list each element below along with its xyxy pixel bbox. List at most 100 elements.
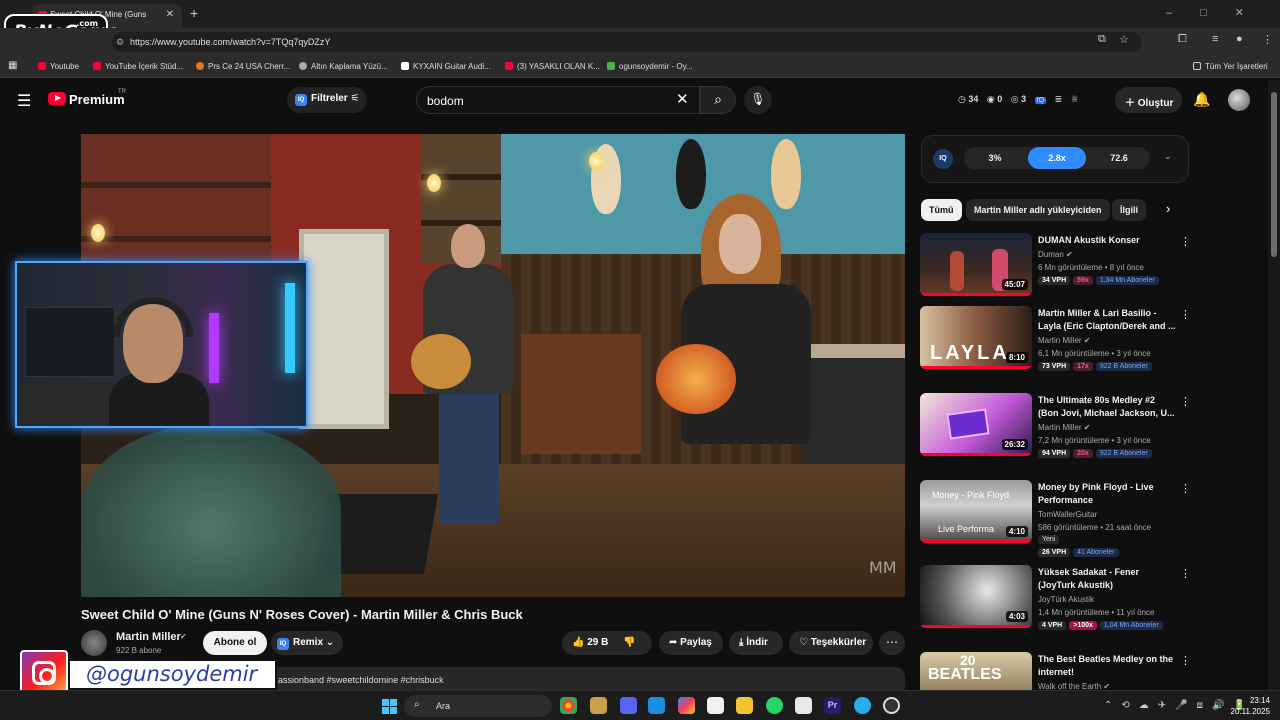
description-hashtags[interactable]: assionband #sweetchildomine #chrisbuck [278, 675, 444, 685]
thanks-button[interactable]: ♡ Teşekkürler [789, 631, 873, 655]
thumbs-up-icon: 👍 [572, 637, 585, 648]
taskbar-search[interactable]: ⌕ Ara [404, 695, 552, 717]
channel-name[interactable]: Martin Miller [116, 631, 181, 643]
video-thumbnail[interactable]: 4:03 [920, 565, 1032, 628]
video-thumbnail[interactable]: 45:07 [920, 233, 1032, 296]
more-options-icon[interactable]: ⋮ [1180, 235, 1191, 248]
bookmark-star-icon[interactable]: ☆ [1119, 33, 1129, 46]
copilot-icon[interactable] [678, 697, 695, 714]
bookmark-altin[interactable]: Altın Kaplama Yüzü... [299, 62, 388, 71]
windows-taskbar: ⌕ Ara Pr ⌃⟲☁✈🎤⧈🔊🔋 23:14 20.11.2025 [0, 690, 1280, 720]
download-icon: ⤓ [739, 637, 744, 648]
bookmark-yasakli[interactable]: (3) YASAKLI OLAN K... [505, 62, 600, 71]
search-button[interactable]: ⌕ [700, 86, 736, 114]
clear-search-icon[interactable]: ✕ [676, 90, 689, 108]
window-controls[interactable]: –□✕ [1166, 6, 1272, 19]
more-actions-icon[interactable]: ⋯ [879, 631, 905, 655]
recommendation-item[interactable]: 45:07 DUMAN Akustik Konser Duman ✔ 6 Mn … [920, 233, 1191, 313]
iq-value-score[interactable]: 72.6 [1090, 147, 1148, 169]
iq-value-multiplier[interactable]: 2.8x [1028, 147, 1086, 169]
apps-grid-icon[interactable]: ▦ [8, 60, 17, 71]
close-tab-icon[interactable]: ✕ [166, 9, 174, 20]
all-bookmarks[interactable]: Tüm Yer İşaretleri [1193, 62, 1268, 71]
more-options-icon[interactable]: ⋮ [1180, 567, 1191, 580]
more-options-icon[interactable]: ⋮ [1180, 395, 1191, 408]
download-button[interactable]: ⤓ İndir [729, 631, 783, 655]
like-button[interactable]: 👍 29 B 👎 [562, 631, 652, 655]
remix-button[interactable]: IQ Remix ⌄ [271, 631, 343, 655]
bookmark-studio[interactable]: YouTube İçerik Stüd... [93, 62, 183, 71]
browser-tab-strip: Sweet Child O' Mine (Guns ✕ + –□✕ [0, 0, 1280, 28]
youtube-logo-icon[interactable] [48, 92, 66, 105]
video-thumbnail[interactable]: 26:32 [920, 393, 1032, 456]
app-grid-icon[interactable] [648, 697, 665, 714]
discord-icon[interactable] [620, 697, 637, 714]
premiere-icon[interactable]: Pr [824, 697, 841, 714]
install-icon[interactable]: ⧉ [1098, 33, 1106, 46]
folder-icon[interactable] [736, 697, 753, 714]
subscribe-button[interactable]: Abone ol [203, 631, 267, 655]
list-icon[interactable]: ≣ [1055, 94, 1063, 104]
bookmark-kyxain[interactable]: KYXAIN Guitar Audi... [401, 62, 491, 71]
file-explorer-icon[interactable] [590, 697, 607, 714]
windows-start-icon[interactable] [382, 699, 397, 714]
new-tab-icon[interactable]: + [190, 5, 198, 21]
bookmark-ogunsoydemir[interactable]: ogunsoydemir - Oy... [607, 62, 693, 71]
whatsapp-icon[interactable] [766, 697, 783, 714]
chip-all[interactable]: Tümü [921, 199, 962, 221]
more-options-icon[interactable]: ⋮ [1180, 482, 1191, 495]
video-duration: 45:07 [1001, 279, 1028, 290]
share-button[interactable]: ➦ Paylaş [659, 631, 723, 655]
extensions-icon[interactable]: ⧠ [1178, 33, 1187, 46]
iq-value-percent[interactable]: 3% [966, 147, 1024, 169]
chevron-down-icon[interactable]: ⌄ [1164, 151, 1172, 162]
video-tags: 73 VPH 17x 922 B Aboneler [1038, 362, 1155, 371]
search-input[interactable]: bodom [416, 86, 700, 114]
chip-related[interactable]: İlgili [1112, 199, 1146, 221]
bookmark-youtube[interactable]: Youtube [38, 62, 79, 71]
recommendation-item[interactable]: 20 BEATLES The Best Beatles Medley on th… [920, 652, 1190, 690]
bookmark-prs[interactable]: Prs Ce 24 USA Cherr... [196, 62, 290, 71]
scene-foreground-blur [81, 424, 341, 597]
chrome-icon[interactable] [560, 697, 577, 714]
trophy-icon[interactable]: ♕ [1071, 94, 1079, 104]
chevron-right-icon[interactable]: › [1166, 201, 1170, 216]
create-button[interactable]: ＋ Oluştur [1115, 87, 1182, 113]
account-avatar[interactable] [1228, 89, 1250, 111]
notepad-icon[interactable] [795, 697, 812, 714]
video-thumbnail[interactable]: 20 BEATLES [920, 652, 1032, 690]
profile-icon[interactable]: ● [1236, 33, 1243, 45]
video-title: The Ultimate 80s Medley #2 (Bon Jovi, Mi… [1038, 395, 1175, 418]
video-meta: 1,4 Mn görüntüleme • 11 yıl önce [1038, 608, 1155, 617]
more-options-icon[interactable]: ⋮ [1180, 654, 1190, 667]
site-info-icon[interactable]: ⚙ [116, 37, 124, 48]
recommendation-item[interactable]: Money - Pink Floyd Live Performa 4:10 Mo… [920, 480, 1191, 560]
eye-stat: ◉ 0 [986, 94, 1003, 104]
channel-watermark: MM [869, 558, 897, 577]
thumbs-down-icon[interactable]: 👎 [623, 637, 635, 648]
youtube-premium-label[interactable]: Premium [69, 92, 125, 107]
iq-stat-icon[interactable]: IQ [1034, 97, 1047, 104]
recommendation-item[interactable]: LAYLA 8:10 Martin Miller & Lari Basilio … [920, 306, 1191, 386]
channel-name: JoyTürk Akustik [1038, 595, 1095, 604]
telegram-icon[interactable] [854, 697, 871, 714]
obs-icon[interactable] [883, 697, 900, 714]
scrollbar-thumb[interactable] [1271, 92, 1277, 257]
video-thumbnail[interactable]: LAYLA 8:10 [920, 306, 1032, 369]
browser-menu-icon[interactable]: ⋮ [1262, 33, 1273, 46]
channel-avatar[interactable] [81, 630, 107, 656]
recommendation-item[interactable]: 26:32 The Ultimate 80s Medley #2 (Bon Jo… [920, 393, 1191, 473]
more-options-icon[interactable]: ⋮ [1180, 308, 1191, 321]
store-icon[interactable] [707, 697, 724, 714]
url-bar[interactable]: ⚙ https://www.youtube.com/watch?v=7TQq7q… [112, 32, 1142, 52]
taskbar-clock[interactable]: 23:14 20.11.2025 [1228, 695, 1270, 717]
recommendation-item[interactable]: 4:03 Yüksek Sadakat - Fener (JoyTurk Aku… [920, 565, 1191, 645]
menu-icon[interactable]: ☰ [17, 91, 31, 111]
bookmarks-bar: ▦ Youtube YouTube İçerik Stüd... Prs Ce … [0, 56, 1280, 78]
reading-list-icon[interactable]: ≡ [1212, 33, 1218, 45]
filters-button[interactable]: IQ Filtreler ⚟ [287, 87, 368, 113]
voice-search-button[interactable]: 🎙 [744, 86, 772, 114]
video-thumbnail[interactable]: Money - Pink Floyd Live Performa 4:10 [920, 480, 1032, 543]
chip-from-uploader[interactable]: Martin Miller adlı yükleyiciden [966, 199, 1110, 221]
notifications-bell-icon[interactable]: 🔔 [1193, 91, 1210, 108]
